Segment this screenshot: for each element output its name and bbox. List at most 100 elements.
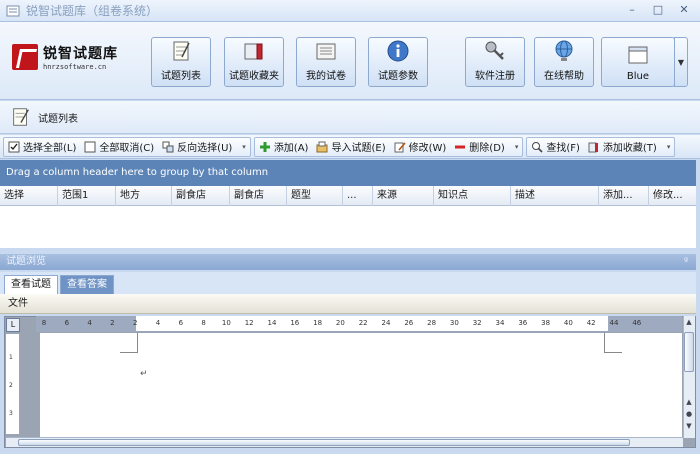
browse-panel-header: 试题浏览 ᵍ [0,254,696,270]
favorites-button[interactable]: 试题收藏夹 [224,37,284,87]
invert-select-button[interactable]: 反向选择(U) [162,139,232,154]
plus-icon [259,141,270,152]
register-button[interactable]: 软件注册 [465,37,525,87]
logo-name: 锐智试题库 [43,46,118,62]
vruler-tick: 3 [9,410,13,417]
ruler-tick: 18 [313,319,323,327]
panel-title: 试题列表 [38,113,78,125]
minus-icon [455,145,466,148]
checkbox-empty-icon [84,141,96,152]
add-button[interactable]: 添加(A) [259,139,308,154]
ruler-tick: 24 [381,319,391,327]
col-type[interactable]: 题型 [287,186,343,206]
delete-button[interactable]: 删除(D) [454,139,505,154]
ruler-tick: 42 [586,319,596,327]
tab-view-answer[interactable]: 查看答案 [60,275,114,294]
browse-object-icon[interactable]: ● [684,410,694,418]
hscroll-thumb[interactable] [18,439,630,446]
document-icon [316,43,336,60]
import-button[interactable]: 导入试题(E) [316,139,386,154]
my-papers-button[interactable]: 我的试卷 [296,37,356,87]
vruler-tick: 1 [9,354,13,361]
scroll-thumb[interactable] [684,332,694,372]
ruler-tick: 20 [335,319,345,327]
col-knowledge[interactable]: 知识点 [434,186,511,206]
edit-group: 添加(A) 导入试题(E) 修改(W) 删除(D) ▾ [253,136,524,157]
deselect-all-button[interactable]: 全部取消(C) [84,139,154,154]
maximize-button[interactable]: □ [650,3,666,17]
ruler-tick: 6 [178,319,184,327]
question-params-button[interactable]: 试题参数 [368,37,428,87]
globe-icon [555,40,573,61]
logo-mark-icon [12,44,38,70]
ruler-tick: 34 [495,319,505,327]
group-overflow-icon[interactable]: ▾ [242,143,246,151]
group-overflow-icon[interactable]: ▾ [667,143,671,151]
paragraph-mark: ↵ [140,369,148,379]
window-icon [628,46,648,64]
tab-stop-selector[interactable]: L [6,318,20,332]
horizontal-ruler[interactable]: 8 6 4 2 2 4 6 8 10 12 14 16 18 20 22 24 26 28 30 32 34 36 38 40… [36,316,682,332]
col-description[interactable]: 描述 [511,186,599,206]
file-menu-bar: 文件 [0,294,696,314]
books-icon [244,43,263,60]
select-all-button[interactable]: 选择全部(L) [8,139,76,154]
col-added[interactable]: 添加... [599,186,649,206]
horizontal-scrollbar[interactable] [6,437,683,447]
logo-url: hnrzsoftware.cn [43,63,107,71]
col-range[interactable]: 范围1 [58,186,116,206]
edit-icon [394,141,406,152]
col-more[interactable]: ... [343,186,373,206]
panel-header: 试题列表 [0,101,700,134]
ruler-tick: 10 [221,319,231,327]
scroll-up-icon[interactable]: ▲ [684,318,694,326]
online-help-button[interactable]: 在线帮助 [534,37,594,87]
grid-column-header: 选择 范围1 地方 副食店 副食店 题型 ... 来源 知识点 描述 添加...… [0,186,696,206]
next-page-icon[interactable]: ▼ [684,422,694,430]
import-icon [316,141,328,152]
ruler-tick: 2 [132,319,138,327]
vertical-scrollbar[interactable]: ▲ ▲ ● ▼ [683,316,695,438]
ruler-tick: 26 [404,319,414,327]
prev-page-icon[interactable]: ▲ [684,398,694,406]
theme-button[interactable]: Blue [601,37,675,87]
document-page[interactable]: ↵ [40,333,682,437]
col-shop-2[interactable]: 副食店 [230,186,287,206]
tab-view-question[interactable]: 查看试题 [4,275,58,294]
group-by-bar[interactable]: Drag a column header here to group by th… [0,160,696,186]
vertical-ruler: 1 2 3 [6,334,20,434]
ruler-tick: 14 [267,319,277,327]
minimize-button[interactable]: – [624,3,640,17]
group-overflow-icon[interactable]: ▾ [515,143,519,151]
favorite-icon [588,142,598,152]
vruler-tick: 2 [9,382,13,389]
checkbox-checked-icon [8,141,20,152]
ruler-tick: 8 [201,319,206,327]
pin-icon[interactable]: ᵍ [684,254,688,270]
search-group: 查找(F) 添加收藏(T) ▾ [526,136,676,157]
question-list-button[interactable]: 试题列表 [151,37,211,87]
col-source[interactable]: 来源 [373,186,434,206]
notepad-icon [173,41,190,61]
close-button[interactable]: ✕ [676,3,692,17]
col-select[interactable]: 选择 [0,186,58,206]
col-location[interactable]: 地方 [116,186,172,206]
margin-mark-right [604,333,622,353]
col-modified[interactable]: 修改... [649,186,696,206]
title-bar: 锐智试题库（组卷系统） – □ ✕ [0,0,700,22]
col-shop-1[interactable]: 副食店 [172,186,230,206]
window-title: 锐智试题库（组卷系统） [26,4,159,18]
add-favorite-button[interactable]: 添加收藏(T) [588,139,657,154]
ruler-tick: 22 [358,319,368,327]
theme-dropdown-icon[interactable]: ▼ [674,37,688,87]
margin-mark-left [120,333,138,353]
edit-button[interactable]: 修改(W) [394,139,446,154]
ruler-tick: 38 [541,319,551,327]
grid-body[interactable] [0,206,696,248]
ruler-tick: 30 [449,319,459,327]
search-icon [532,141,543,153]
ruler-tick: 28 [427,319,437,327]
find-button[interactable]: 查找(F) [531,139,580,154]
keys-icon [485,41,504,60]
file-menu[interactable]: 文件 [8,298,28,309]
